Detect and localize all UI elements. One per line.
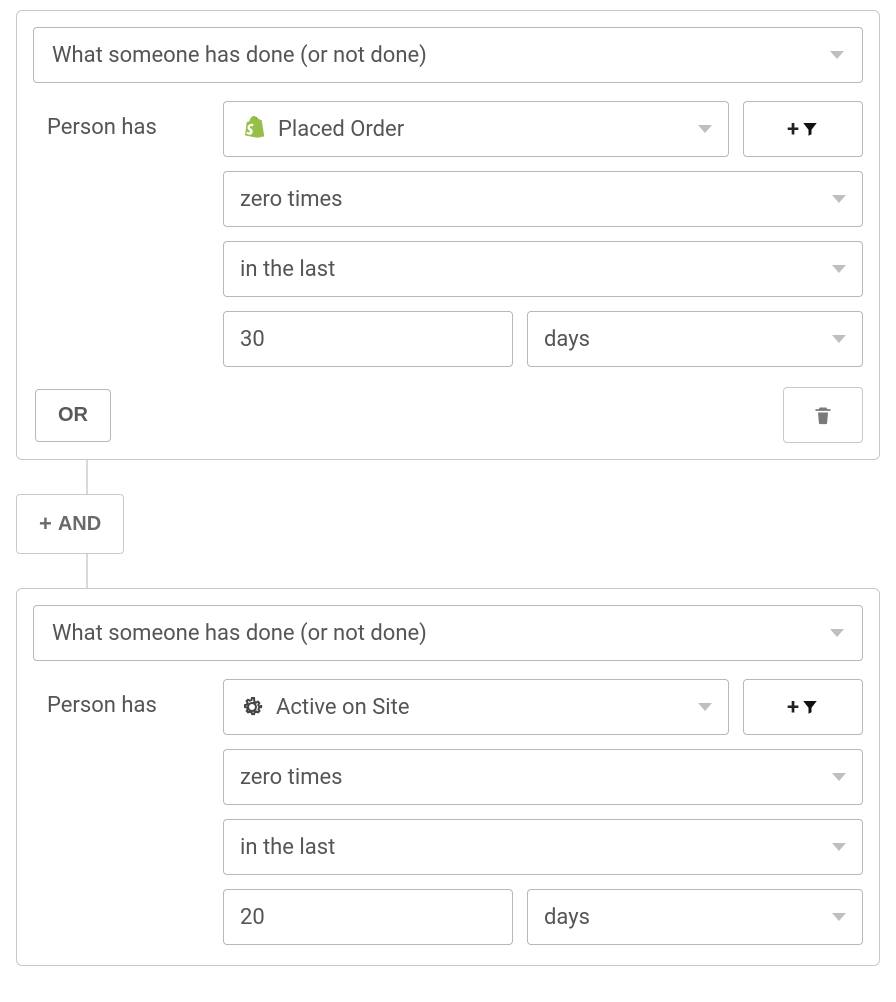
connector-line xyxy=(86,554,88,588)
connector-line xyxy=(86,460,88,494)
frequency-select[interactable]: zero times xyxy=(223,171,863,227)
activity-select[interactable]: Placed Order xyxy=(223,101,729,157)
frequency-select[interactable]: zero times xyxy=(223,749,863,805)
delete-button[interactable] xyxy=(783,387,863,443)
chevron-down-icon xyxy=(832,913,846,921)
chevron-down-icon xyxy=(832,265,846,273)
chevron-down-icon xyxy=(832,195,846,203)
condition-type-select[interactable]: What someone has done (or not done) xyxy=(33,27,863,83)
filter-icon xyxy=(801,120,819,138)
activity-select[interactable]: Active on Site xyxy=(223,679,729,735)
amount-input[interactable]: 20 xyxy=(223,889,513,945)
timeframe-label: in the last xyxy=(240,835,335,860)
amount-value: 20 xyxy=(240,905,265,930)
condition-type-label: What someone has done (or not done) xyxy=(52,43,427,68)
activity-label: Active on Site xyxy=(276,695,409,720)
amount-value: 30 xyxy=(240,327,265,352)
unit-select[interactable]: days xyxy=(527,311,863,367)
chevron-down-icon xyxy=(832,335,846,343)
gear-icon xyxy=(240,695,264,719)
add-filter-button[interactable]: + xyxy=(743,101,863,157)
trash-icon xyxy=(813,404,833,426)
filter-icon xyxy=(801,698,819,716)
amount-input[interactable]: 30 xyxy=(223,311,513,367)
chevron-down-icon xyxy=(832,843,846,851)
and-button[interactable]: + AND xyxy=(16,494,124,554)
chevron-down-icon xyxy=(698,703,712,711)
activity-label: Placed Order xyxy=(278,117,404,142)
add-filter-button[interactable]: + xyxy=(743,679,863,735)
unit-label: days xyxy=(544,905,590,930)
chevron-down-icon xyxy=(830,629,844,637)
condition-row: Person has Active on Site + xyxy=(33,679,863,945)
condition-type-label: What someone has done (or not done) xyxy=(52,621,427,646)
unit-select[interactable]: days xyxy=(527,889,863,945)
chevron-down-icon xyxy=(832,773,846,781)
timeframe-label: in the last xyxy=(240,257,335,282)
condition-fields: Placed Order + zero times in the last xyxy=(223,101,863,367)
person-has-label: Person has xyxy=(33,101,223,140)
plus-icon: + xyxy=(787,695,799,720)
card-footer: OR xyxy=(33,387,863,443)
rule-card-2: What someone has done (or not done) Pers… xyxy=(16,588,880,966)
person-has-label: Person has xyxy=(33,679,223,718)
plus-icon: + xyxy=(39,511,52,537)
condition-row: Person has Placed Order + xyxy=(33,101,863,367)
chevron-down-icon xyxy=(698,125,712,133)
or-button[interactable]: OR xyxy=(35,389,111,442)
condition-fields: Active on Site + zero times in the last xyxy=(223,679,863,945)
condition-type-select[interactable]: What someone has done (or not done) xyxy=(33,605,863,661)
unit-label: days xyxy=(544,327,590,352)
plus-icon: + xyxy=(787,117,799,142)
timeframe-select[interactable]: in the last xyxy=(223,819,863,875)
chevron-down-icon xyxy=(830,51,844,59)
frequency-label: zero times xyxy=(240,765,343,790)
frequency-label: zero times xyxy=(240,187,343,212)
rule-card-1: What someone has done (or not done) Pers… xyxy=(16,10,880,460)
and-label: AND xyxy=(58,513,101,536)
timeframe-select[interactable]: in the last xyxy=(223,241,863,297)
shopify-icon xyxy=(240,115,266,143)
